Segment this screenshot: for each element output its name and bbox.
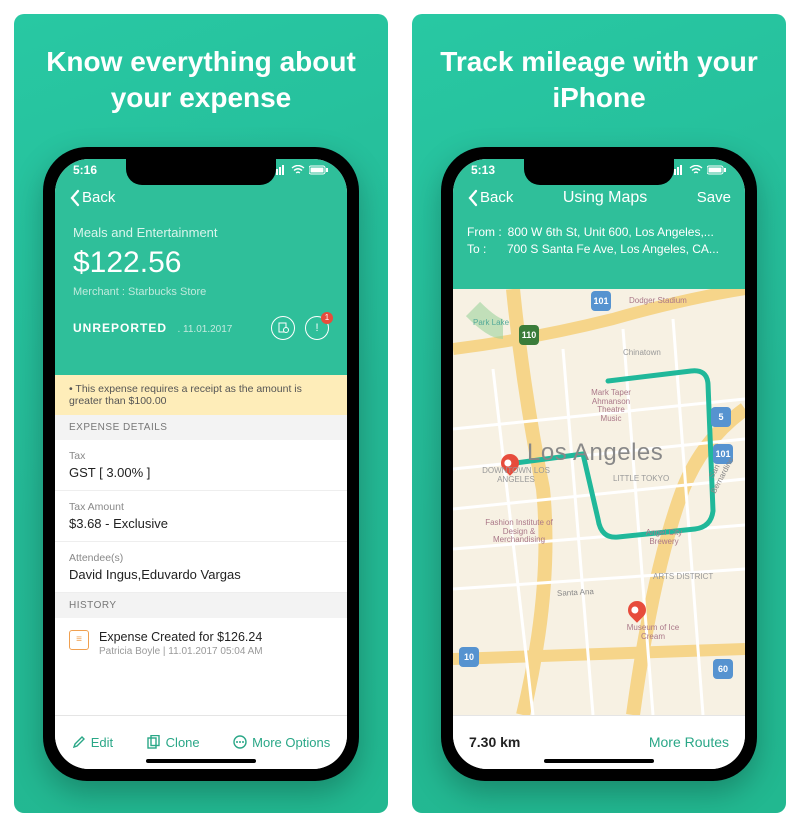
distance-value: 7.30 km xyxy=(469,734,520,750)
more-icon xyxy=(233,735,247,749)
nav-bar: Back xyxy=(55,189,347,207)
field-value: $3.68 - Exclusive xyxy=(69,516,333,531)
from-field[interactable]: From :800 W 6th St, Unit 600, Los Angele… xyxy=(467,225,731,239)
map-poi: LITTLE TOKYO xyxy=(613,475,669,484)
field-label: Attendee(s) xyxy=(69,552,333,564)
section-header-details: EXPENSE DETAILS xyxy=(55,415,347,440)
notch xyxy=(126,159,276,185)
appstore-panel-mileage: Track mileage with your iPhone 5:13 Back… xyxy=(412,14,786,813)
save-button[interactable]: Save xyxy=(697,189,731,206)
map-poi: DOWNTOWN LOS ANGELES xyxy=(481,467,551,485)
home-indicator[interactable] xyxy=(146,759,256,763)
highway-shield: 5 xyxy=(711,407,731,427)
back-button[interactable]: Back xyxy=(69,189,115,207)
field-label: Tax xyxy=(69,450,333,462)
document-icon: ≡ xyxy=(69,630,89,650)
notch xyxy=(524,159,674,185)
map-city-label: Los Angeles xyxy=(527,439,663,467)
section-header-history: HISTORY xyxy=(55,593,347,618)
edit-button[interactable]: Edit xyxy=(72,735,113,750)
wifi-icon xyxy=(689,165,703,175)
map-poi: Park Lake xyxy=(473,319,509,328)
map-poi: Dodger Stadium xyxy=(629,297,687,306)
history-subtitle: Patricia Boyle | 11.01.2017 05:04 AM xyxy=(99,646,263,657)
chevron-left-icon xyxy=(467,189,478,207)
history-title: Expense Created for $126.24 xyxy=(99,630,263,644)
status-date: . 11.01.2017 xyxy=(177,324,232,335)
panel-headline: Know everything about your expense xyxy=(34,44,368,117)
field-label: Tax Amount xyxy=(69,501,333,513)
map-view[interactable]: 101 110 5 101 10 60 Los Angeles Dodger S… xyxy=(453,289,745,715)
highway-shield: 10 xyxy=(459,647,479,667)
category-label: Meals and Entertainment xyxy=(73,225,329,240)
status-time: 5:13 xyxy=(471,163,495,177)
map-poi: Fashion Institute of Design & Merchandis… xyxy=(481,519,557,545)
field-tax: Tax GST [ 3.00% ] xyxy=(55,440,347,491)
merchant-label: Merchant : Starbucks Store xyxy=(73,286,329,298)
appstore-panel-expense: Know everything about your expense 5:16 … xyxy=(14,14,388,813)
nav-bar: Back Using Maps Save xyxy=(453,189,745,207)
wifi-icon xyxy=(291,165,305,175)
battery-icon xyxy=(309,165,329,175)
status-badge: UNREPORTED xyxy=(73,321,167,335)
phone-frame: 5:16 Back Meals and Entertainment $122.5… xyxy=(43,147,359,781)
highway-shield: 110 xyxy=(519,325,539,345)
map-poi: ARTS DISTRICT xyxy=(653,573,713,582)
field-value: David Ingus,Eduvardo Vargas xyxy=(69,567,333,582)
home-indicator[interactable] xyxy=(544,759,654,763)
phone-frame: 5:13 Back Using Maps Save From :800 W 6t… xyxy=(441,147,757,781)
route-line xyxy=(453,289,745,715)
more-routes-button[interactable]: More Routes xyxy=(649,734,729,750)
highway-shield: 60 xyxy=(713,659,733,679)
screen-expense: 5:16 Back Meals and Entertainment $122.5… xyxy=(55,159,347,769)
clone-button[interactable]: Clone xyxy=(147,735,200,750)
highway-shield: 101 xyxy=(591,291,611,311)
attach-receipt-button[interactable] xyxy=(271,316,295,340)
receipt-icon xyxy=(278,322,289,333)
clone-icon xyxy=(147,735,161,749)
to-field[interactable]: To :700 S Santa Fe Ave, Los Angeles, CA.… xyxy=(467,242,731,256)
map-poi: Chinatown xyxy=(623,349,661,358)
page-title: Using Maps xyxy=(563,189,647,207)
battery-icon xyxy=(707,165,727,175)
map-poi: Angel City Brewery xyxy=(639,529,689,547)
back-label: Back xyxy=(82,189,115,206)
field-tax-amount: Tax Amount $3.68 - Exclusive xyxy=(55,491,347,542)
more-options-button[interactable]: More Options xyxy=(233,735,330,750)
panel-headline: Track mileage with your iPhone xyxy=(432,44,766,117)
chevron-left-icon xyxy=(69,189,80,207)
field-value: GST [ 3.00% ] xyxy=(69,465,333,480)
history-item[interactable]: ≡ Expense Created for $126.24 Patricia B… xyxy=(55,618,347,669)
map-poi: Santa Ana xyxy=(557,588,594,599)
back-button[interactable]: Back xyxy=(467,189,513,207)
screen-map: 5:13 Back Using Maps Save From :800 W 6t… xyxy=(453,159,745,769)
alert-count-badge: 1 xyxy=(321,312,333,324)
map-poi: Museum of Ice Cream xyxy=(625,624,681,642)
field-attendees: Attendee(s) David Ingus,Eduvardo Vargas xyxy=(55,542,347,593)
warning-banner: • This expense requires a receipt as the… xyxy=(55,375,347,415)
pencil-icon xyxy=(72,735,86,749)
status-icons xyxy=(671,163,727,177)
status-time: 5:16 xyxy=(73,163,97,177)
back-label: Back xyxy=(480,189,513,206)
status-icons xyxy=(273,163,329,177)
amount-value: $122.56 xyxy=(73,246,329,280)
map-poi: Mark TaperAhmanson TheatreMusic xyxy=(581,389,641,424)
alerts-button[interactable]: ! 1 xyxy=(305,316,329,340)
